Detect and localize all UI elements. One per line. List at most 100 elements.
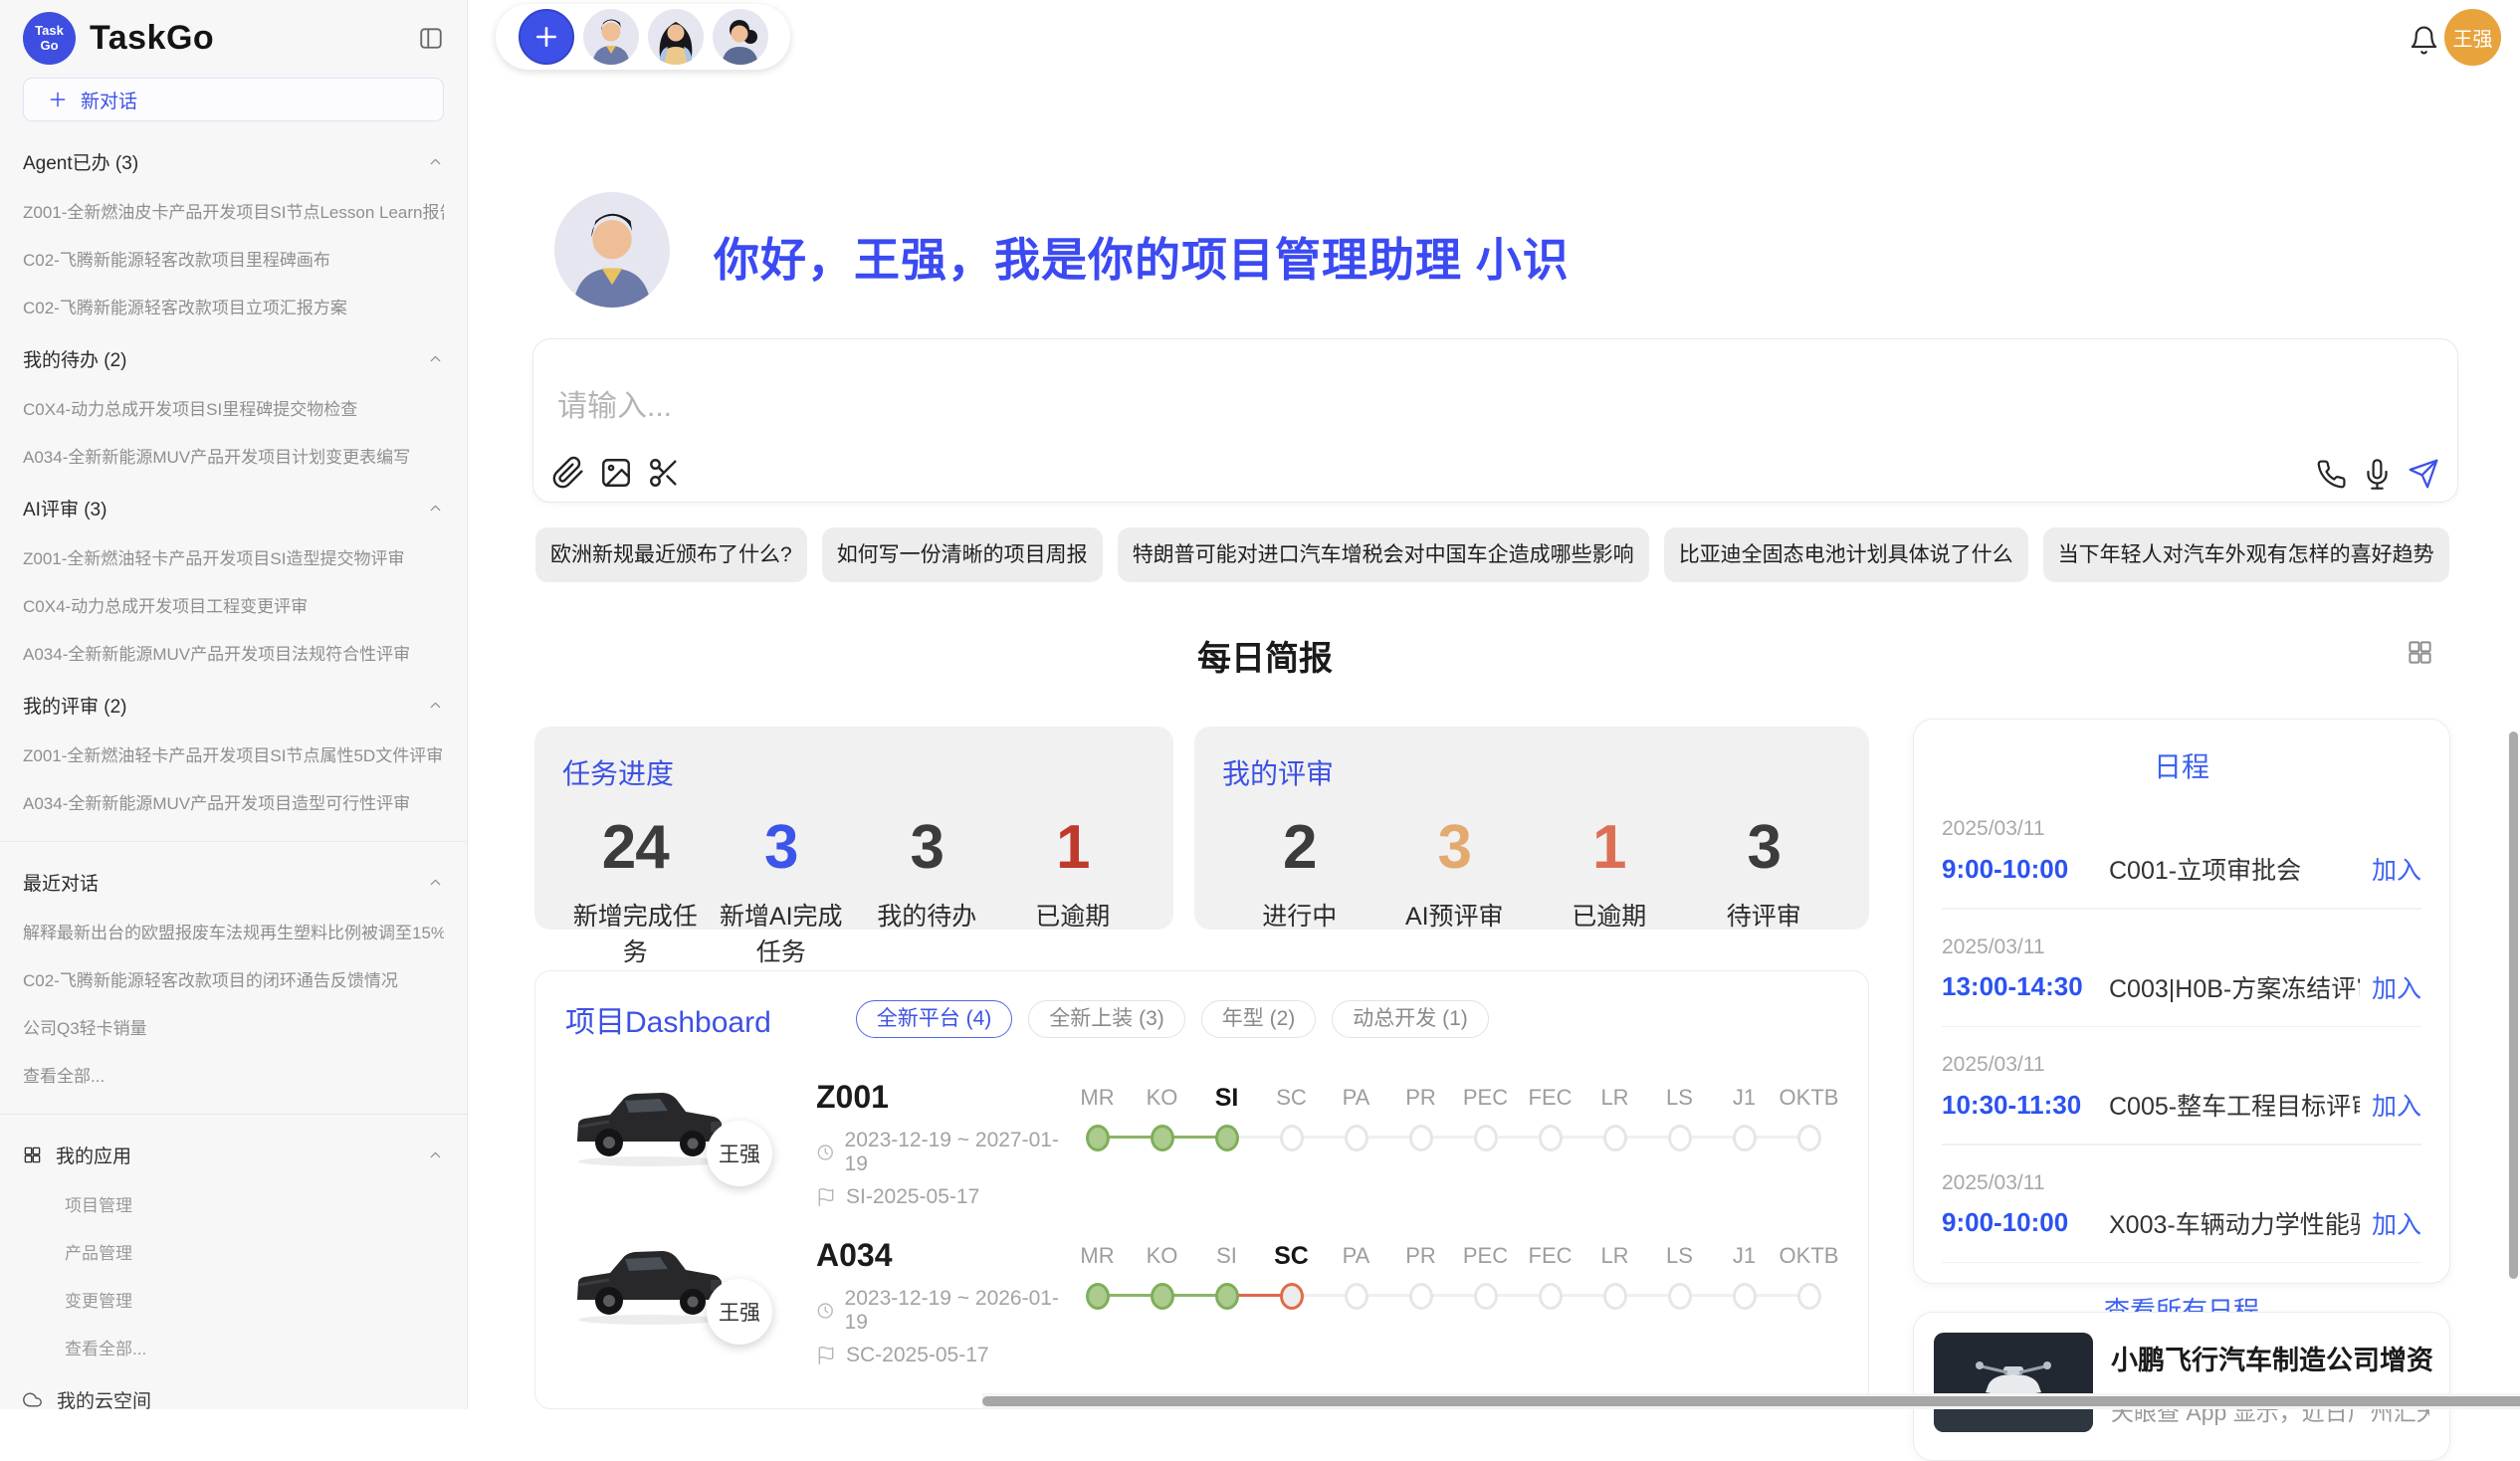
join-link[interactable]: 加入 [2372,1205,2421,1241]
flag-date: SC-2025-05-17 [846,1344,989,1367]
milestone[interactable]: FEC [1518,1241,1582,1310]
milestone-dot [1539,1125,1563,1151]
milestone[interactable]: MR [1065,1241,1130,1310]
join-link[interactable]: 加入 [2372,1087,2421,1123]
horizontal-scrollbar[interactable] [982,1393,2520,1409]
sidebar-collapse-icon[interactable] [418,25,444,51]
filter-tab[interactable]: 全新上装 (3) [1028,1000,1185,1038]
chevron-up-icon[interactable] [427,874,444,891]
list-item[interactable]: C02-飞腾新能源轻客改款项目里程碑画布 [23,246,444,271]
filter-tab[interactable]: 年型 (2) [1201,1000,1317,1038]
chevron-up-icon[interactable] [427,697,444,714]
milestone[interactable]: J1 [1712,1241,1777,1310]
milestone[interactable]: MR [1065,1083,1130,1151]
list-item[interactable]: A034-全新新能源MUV产品开发项目造型可行性评审 [23,789,444,814]
milestone[interactable]: PEC [1453,1241,1518,1310]
milestone-label: PEC [1463,1083,1508,1113]
milestone[interactable]: PR [1388,1083,1453,1151]
stat-label: 新增AI完成任务 [709,897,855,968]
project-row[interactable]: 王强 A034 2023-12-19 ~ 2026-01-19 SC-2025-… [535,1233,1868,1367]
vertical-scrollbar-thumb[interactable] [2509,731,2518,1279]
milestone[interactable]: FEC [1518,1083,1582,1151]
list-item[interactable]: 解释最新出台的欧盟报废车法规再生塑料比例被调至15%... [23,919,444,943]
user-avatar[interactable]: 王强 [2444,9,2501,66]
suggestion-chip[interactable]: 如何写一份清晰的项目周报 [822,527,1103,582]
chevron-up-icon[interactable] [427,350,444,367]
image-icon[interactable] [599,456,633,490]
section-header-recent-chats[interactable]: 最近对话 [23,869,444,896]
milestone[interactable]: PA [1324,1083,1388,1151]
filter-tab[interactable]: 全新平台 (4) [856,1000,1013,1038]
suggestion-chip[interactable]: 比亚迪全固态电池计划具体说了什么 [1664,527,2028,582]
microphone-icon[interactable] [2362,459,2393,490]
layout-grid-icon[interactable] [2407,639,2433,666]
avatar[interactable] [648,9,704,65]
attachment-icon[interactable] [551,456,585,490]
avatar[interactable] [713,9,768,65]
join-link[interactable]: 加入 [2372,969,2421,1005]
list-item[interactable]: C02-飞腾新能源轻客改款项目立项汇报方案 [23,294,444,318]
sidebar-item-cloud-space[interactable]: 我的云空间 [23,1386,444,1409]
section-header-my-review[interactable]: 我的评审 (2) [23,692,444,719]
list-item[interactable]: Z001-全新燃油轻卡产品开发项目SI造型提交物评审 [23,544,444,569]
sidebar: Task Go TaskGo 新对话 Agent已办 (3) Z001-全新燃油… [0,0,468,1409]
list-item[interactable]: C0X4-动力总成开发项目SI里程碑提交物检查 [23,395,444,420]
add-agent-button[interactable] [519,9,574,65]
chevron-up-icon[interactable] [427,1147,444,1163]
list-item[interactable]: C02-飞腾新能源轻客改款项目的闭环通告反馈情况 [23,966,444,991]
app-item-product-mgmt[interactable]: 产品管理 [65,1239,444,1264]
event-time: 10:30-11:30 [1942,1090,2099,1121]
milestone-dot [1668,1283,1692,1310]
list-item[interactable]: Z001-全新燃油皮卡产品开发项目SI节点Lesson Learn报告 [23,198,444,223]
section-header-ai-review[interactable]: AI评审 (3) [23,495,444,522]
list-item[interactable]: A034-全新新能源MUV产品开发项目法规符合性评审 [23,640,444,665]
project-info: Z001 2023-12-19 ~ 2027-01-19 SI-2025-05-… [816,1075,1065,1209]
milestone[interactable]: SI [1194,1241,1259,1310]
list-item[interactable]: A034-全新新能源MUV产品开发项目计划变更表编写 [23,443,444,468]
milestone[interactable]: LS [1647,1083,1712,1151]
list-item[interactable]: Z001-全新燃油轻卡产品开发项目SI节点属性5D文件评审 [23,741,444,766]
milestone[interactable]: LS [1647,1241,1712,1310]
view-all-link[interactable]: 查看全部... [23,1062,444,1087]
send-icon[interactable] [2408,458,2439,490]
milestone[interactable]: KO [1130,1241,1194,1310]
milestone[interactable]: PEC [1453,1083,1518,1151]
phone-icon[interactable] [2316,459,2347,490]
milestone-current-overdue[interactable]: SC [1259,1241,1324,1310]
view-all-link[interactable]: 查看全部... [65,1335,444,1359]
horizontal-scrollbar-thumb[interactable] [982,1396,2520,1406]
scissors-icon[interactable] [647,456,681,490]
milestone[interactable]: LR [1582,1241,1647,1310]
suggestion-chip[interactable]: 特朗普可能对进口汽车增税会对中国车企造成哪些影响 [1118,527,1649,582]
milestone[interactable]: J1 [1712,1083,1777,1151]
chevron-up-icon[interactable] [427,500,444,517]
milestone[interactable]: KO [1130,1083,1194,1151]
project-row[interactable]: 王强 Z001 2023-12-19 ~ 2027-01-19 SI-2025-… [535,1075,1868,1209]
new-chat-button[interactable]: 新对话 [23,78,444,121]
join-link[interactable]: 加入 [2372,851,2421,887]
chevron-up-icon[interactable] [427,153,444,170]
app-item-change-mgmt[interactable]: 变更管理 [65,1287,444,1312]
milestone[interactable]: PR [1388,1241,1453,1310]
milestone[interactable]: LR [1582,1083,1647,1151]
sidebar-item-my-apps[interactable]: 我的应用 [23,1142,444,1168]
filter-tab[interactable]: 动总开发 (1) [1332,1000,1489,1038]
list-item[interactable]: 公司Q3轻卡销量 [23,1014,444,1039]
milestone[interactable]: OKTB [1777,1241,1841,1310]
section-header-my-todo[interactable]: 我的待办 (2) [23,345,444,372]
avatar[interactable] [583,9,639,65]
milestone[interactable]: OKTB [1777,1083,1841,1151]
divider [1942,1144,2421,1146]
news-card[interactable]: 小鹏飞行汽车制造公司增资 天眼查 App 显示，近日广州汇天飞行... [1913,1312,2450,1461]
suggestion-chip[interactable]: 当下年轻人对汽车外观有怎样的喜好趋势 [2043,527,2449,582]
section-header-agent-done[interactable]: Agent已办 (3) [23,148,444,175]
list-item[interactable]: C0X4-动力总成开发项目工程变更评审 [23,592,444,617]
milestone[interactable]: PA [1324,1241,1388,1310]
chat-input[interactable] [555,389,1754,425]
suggestion-chip[interactable]: 欧洲新规最近颁布了什么? [535,527,807,582]
milestone[interactable]: SC [1259,1083,1324,1151]
app-item-project-mgmt[interactable]: 项目管理 [65,1191,444,1216]
notification-bell-icon[interactable] [2409,25,2439,56]
schedule-event: 2025/03/11 9:00-10:00 X003-车辆动力学性能验... 加… [1914,1171,2449,1241]
milestone-current[interactable]: SI [1194,1083,1259,1151]
